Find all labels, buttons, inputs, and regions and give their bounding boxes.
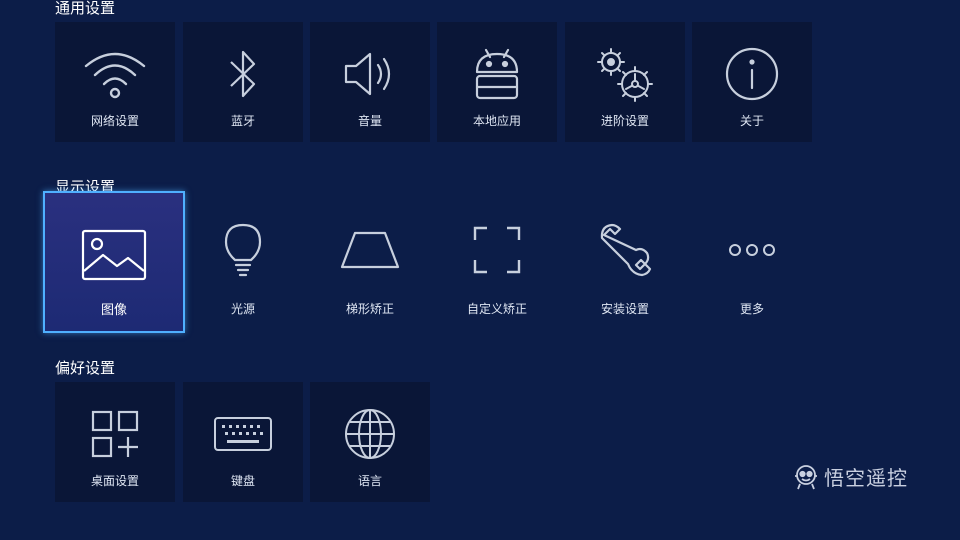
keyboard-icon xyxy=(183,402,303,466)
watermark-text: 悟空遥控 xyxy=(824,466,908,490)
wifi-icon xyxy=(55,42,175,106)
trapezoid-icon xyxy=(310,218,430,282)
speaker-icon xyxy=(310,42,430,106)
tile-label: 进阶设置 xyxy=(600,114,649,128)
section-title-general: 通用设置 xyxy=(55,0,116,17)
info-icon xyxy=(692,42,812,106)
tile-image[interactable]: 图像 xyxy=(43,191,185,333)
watermark: 悟空遥控 xyxy=(794,462,908,491)
tile-network-settings[interactable]: 网络设置 xyxy=(55,22,175,142)
tile-language[interactable]: 语言 xyxy=(310,382,430,502)
tile-more[interactable]: 更多 xyxy=(692,198,812,318)
tile-label: 本地应用 xyxy=(472,114,521,128)
tile-custom-correction[interactable]: 自定义矫正 xyxy=(437,198,557,318)
tile-label: 音量 xyxy=(357,114,382,128)
tile-advanced-settings[interactable]: 进阶设置 xyxy=(565,22,685,142)
more-dots-icon xyxy=(692,218,812,282)
tile-desktop-settings[interactable]: 桌面设置 xyxy=(55,382,175,502)
tile-label: 光源 xyxy=(230,302,255,316)
tile-local-apps[interactable]: 本地应用 xyxy=(437,22,557,142)
tile-label: 网络设置 xyxy=(90,114,139,128)
tile-label: 键盘 xyxy=(230,474,255,488)
tile-bluetooth[interactable]: 蓝牙 xyxy=(183,22,303,142)
tile-label: 梯形矫正 xyxy=(345,302,394,316)
tile-label: 图像 xyxy=(100,303,127,318)
robot-icon xyxy=(794,464,818,490)
tile-about[interactable]: 关于 xyxy=(692,22,812,142)
wrench-icon xyxy=(565,218,685,282)
globe-icon xyxy=(310,402,430,466)
tile-label: 更多 xyxy=(739,302,764,316)
tile-label: 自定义矫正 xyxy=(466,302,527,316)
grid-plus-icon xyxy=(55,402,175,466)
tile-label: 关于 xyxy=(739,114,764,128)
tile-label: 桌面设置 xyxy=(90,474,139,488)
tile-keyboard[interactable]: 键盘 xyxy=(183,382,303,502)
tile-volume[interactable]: 音量 xyxy=(310,22,430,142)
tile-keystone[interactable]: 梯形矫正 xyxy=(310,198,430,318)
tile-label: 安装设置 xyxy=(600,302,649,316)
tile-label: 蓝牙 xyxy=(230,114,255,128)
frame-corners-icon xyxy=(437,218,557,282)
section-title-preferences: 偏好设置 xyxy=(55,359,116,377)
tile-install-settings[interactable]: 安装设置 xyxy=(565,198,685,318)
bluetooth-icon xyxy=(183,42,303,106)
tile-light-source[interactable]: 光源 xyxy=(183,198,303,318)
android-icon xyxy=(437,42,557,106)
gears-icon xyxy=(565,42,685,106)
tile-label: 语言 xyxy=(357,474,382,488)
image-icon xyxy=(45,223,183,287)
lightbulb-icon xyxy=(183,218,303,282)
